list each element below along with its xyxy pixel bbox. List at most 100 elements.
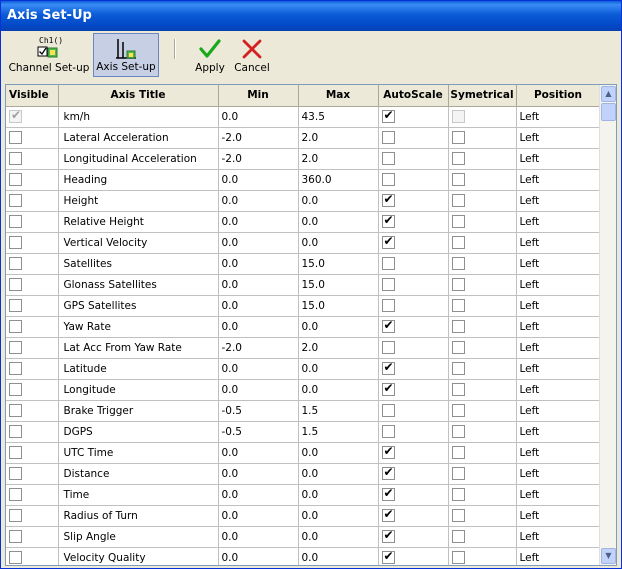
vertical-scrollbar[interactable]: ▲ ▼ bbox=[599, 85, 616, 565]
min-cell[interactable]: 0.0 bbox=[218, 484, 299, 506]
position-cell[interactable]: Left bbox=[516, 169, 601, 191]
table-row[interactable]: Relative Height 0.0 0.0 ✔ Left bbox=[6, 211, 601, 233]
max-cell[interactable]: 1.5 bbox=[298, 400, 379, 422]
max-cell[interactable]: 0.0 bbox=[298, 547, 379, 565]
min-cell[interactable]: -2.0 bbox=[218, 337, 299, 359]
visible-checkbox[interactable] bbox=[9, 488, 22, 501]
symetrical-checkbox[interactable] bbox=[451, 152, 465, 165]
autoscale-checkbox[interactable]: ✔ bbox=[381, 486, 395, 501]
min-cell[interactable]: 0.0 bbox=[218, 169, 299, 191]
axis-title-cell[interactable]: Radius of Turn bbox=[58, 505, 219, 527]
max-cell[interactable]: 15.0 bbox=[298, 274, 379, 296]
apply-button[interactable]: Apply bbox=[191, 33, 229, 77]
min-cell[interactable]: -2.0 bbox=[218, 148, 299, 170]
visible-checkbox[interactable] bbox=[9, 194, 22, 207]
axis-title-cell[interactable]: Brake Trigger bbox=[58, 400, 219, 422]
position-cell[interactable]: Left bbox=[516, 337, 601, 359]
visible-checkbox[interactable] bbox=[9, 404, 22, 417]
autoscale-checkbox[interactable]: ✔ bbox=[381, 507, 395, 522]
position-cell[interactable]: Left bbox=[516, 379, 601, 401]
max-cell[interactable]: 15.0 bbox=[298, 253, 379, 275]
table-row[interactable]: Longitude 0.0 0.0 ✔ Left bbox=[6, 379, 601, 401]
min-cell[interactable]: 0.0 bbox=[218, 232, 299, 254]
autoscale-checkbox[interactable]: ✔ bbox=[381, 465, 395, 480]
autoscale-checkbox[interactable] bbox=[381, 341, 395, 354]
axis-title-cell[interactable]: GPS Satellites bbox=[58, 295, 219, 317]
max-cell[interactable]: 0.0 bbox=[298, 484, 379, 506]
symetrical-checkbox[interactable] bbox=[451, 278, 465, 291]
position-cell[interactable]: Left bbox=[516, 211, 601, 233]
max-cell[interactable]: 2.0 bbox=[298, 127, 379, 149]
position-cell[interactable]: Left bbox=[516, 253, 601, 275]
min-cell[interactable]: 0.0 bbox=[218, 379, 299, 401]
min-cell[interactable]: 0.0 bbox=[218, 190, 299, 212]
position-cell[interactable]: Left bbox=[516, 295, 601, 317]
table-row[interactable]: Latitude 0.0 0.0 ✔ Left bbox=[6, 358, 601, 380]
symetrical-checkbox[interactable] bbox=[451, 257, 465, 270]
column-header-position[interactable]: Position bbox=[516, 85, 601, 107]
max-cell[interactable]: 0.0 bbox=[298, 358, 379, 380]
column-header-axis-title[interactable]: Axis Title bbox=[58, 85, 219, 107]
symetrical-checkbox[interactable] bbox=[451, 467, 465, 480]
min-cell[interactable]: 0.0 bbox=[218, 547, 299, 565]
table-row[interactable]: Distance 0.0 0.0 ✔ Left bbox=[6, 463, 601, 485]
axis-title-cell[interactable]: km/h bbox=[58, 106, 219, 128]
visible-checkbox[interactable] bbox=[9, 467, 22, 480]
axis-title-cell[interactable]: Yaw Rate bbox=[58, 316, 219, 338]
max-cell[interactable]: 43.5 bbox=[298, 106, 379, 128]
visible-checkbox[interactable] bbox=[9, 425, 22, 438]
min-cell[interactable]: -2.0 bbox=[218, 127, 299, 149]
symetrical-checkbox[interactable] bbox=[451, 425, 465, 438]
min-cell[interactable]: 0.0 bbox=[218, 316, 299, 338]
max-cell[interactable]: 2.0 bbox=[298, 148, 379, 170]
position-cell[interactable]: Left bbox=[516, 148, 601, 170]
position-cell[interactable]: Left bbox=[516, 547, 601, 565]
table-row[interactable]: Radius of Turn 0.0 0.0 ✔ Left bbox=[6, 505, 601, 527]
axis-title-cell[interactable]: Height bbox=[58, 190, 219, 212]
autoscale-checkbox[interactable]: ✔ bbox=[381, 192, 395, 207]
table-row[interactable]: Satellites 0.0 15.0 Left bbox=[6, 253, 601, 275]
column-header-max[interactable]: Max bbox=[298, 85, 379, 107]
position-cell[interactable]: Left bbox=[516, 484, 601, 506]
max-cell[interactable]: 0.0 bbox=[298, 232, 379, 254]
visible-checkbox[interactable] bbox=[9, 362, 22, 375]
autoscale-checkbox[interactable] bbox=[381, 257, 395, 270]
min-cell[interactable]: 0.0 bbox=[218, 505, 299, 527]
position-cell[interactable]: Left bbox=[516, 127, 601, 149]
symetrical-checkbox[interactable] bbox=[451, 194, 465, 207]
autoscale-checkbox[interactable] bbox=[381, 152, 395, 165]
position-cell[interactable]: Left bbox=[516, 463, 601, 485]
axis-title-cell[interactable]: Lat Acc From Yaw Rate bbox=[58, 337, 219, 359]
position-cell[interactable]: Left bbox=[516, 358, 601, 380]
autoscale-checkbox[interactable] bbox=[381, 131, 395, 144]
visible-checkbox[interactable] bbox=[9, 257, 22, 270]
symetrical-checkbox[interactable] bbox=[451, 446, 465, 459]
max-cell[interactable]: 0.0 bbox=[298, 190, 379, 212]
axis-title-cell[interactable]: Relative Height bbox=[58, 211, 219, 233]
visible-checkbox[interactable] bbox=[9, 299, 22, 312]
position-cell[interactable]: Left bbox=[516, 421, 601, 443]
axis-title-cell[interactable]: Satellites bbox=[58, 253, 219, 275]
position-cell[interactable]: Left bbox=[516, 400, 601, 422]
axis-title-cell[interactable]: Time bbox=[58, 484, 219, 506]
position-cell[interactable]: Left bbox=[516, 190, 601, 212]
table-row[interactable]: Velocity Quality 0.0 0.0 ✔ Left bbox=[6, 547, 601, 565]
autoscale-checkbox[interactable]: ✔ bbox=[381, 381, 395, 396]
symetrical-checkbox[interactable] bbox=[451, 236, 465, 249]
autoscale-checkbox[interactable] bbox=[381, 299, 395, 312]
autoscale-checkbox[interactable] bbox=[381, 404, 395, 417]
autoscale-checkbox[interactable]: ✔ bbox=[381, 528, 395, 543]
min-cell[interactable]: -0.5 bbox=[218, 400, 299, 422]
position-cell[interactable]: Left bbox=[516, 526, 601, 548]
visible-checkbox[interactable] bbox=[9, 551, 22, 564]
channel-setup-button[interactable]: Ch1() Channel Set-up bbox=[7, 33, 91, 77]
autoscale-checkbox[interactable] bbox=[381, 173, 395, 186]
autoscale-checkbox[interactable]: ✔ bbox=[381, 108, 395, 123]
max-cell[interactable]: 2.0 bbox=[298, 337, 379, 359]
axis-title-cell[interactable]: Longitude bbox=[58, 379, 219, 401]
symetrical-checkbox[interactable] bbox=[451, 530, 465, 543]
table-row[interactable]: DGPS -0.5 1.5 Left bbox=[6, 421, 601, 443]
table-row[interactable]: Time 0.0 0.0 ✔ Left bbox=[6, 484, 601, 506]
autoscale-checkbox[interactable] bbox=[381, 425, 395, 438]
visible-checkbox[interactable] bbox=[9, 383, 22, 396]
